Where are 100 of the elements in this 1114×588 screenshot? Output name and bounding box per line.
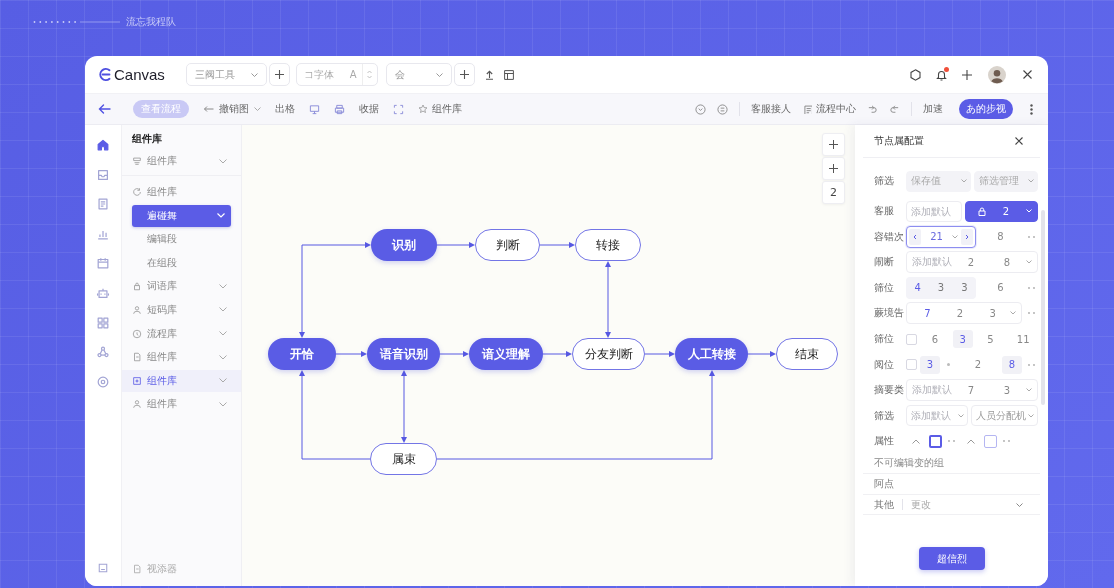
more-icon[interactable] [1028,363,1035,366]
zoom-in-button[interactable] [822,157,845,180]
more-icon[interactable] [1028,286,1035,289]
menu-item[interactable]: 视添器 [132,558,231,580]
caret-up-icon[interactable] [967,438,975,444]
more-icon[interactable] [1003,440,1010,443]
checkbox[interactable] [906,333,917,345]
back-arrow-icon[interactable] [98,103,111,115]
field-label: 筛选 [874,408,895,423]
document-icon[interactable] [96,197,110,212]
flow-node[interactable]: 识别 [371,229,437,261]
field-label: 蕨境告 [874,306,905,321]
menu-item[interactable]: 遍碰舞 [132,204,231,227]
segment[interactable]: 4 [906,282,930,294]
checkbox[interactable] [906,359,917,371]
toolbar-button[interactable]: 组件库 [418,100,462,118]
flow-node[interactable]: 判断 [475,229,540,261]
combo-field[interactable]: 7 2 3 [906,302,1022,325]
menu-item[interactable]: 在组段 [132,251,231,274]
caret-up-icon[interactable] [912,438,920,444]
printer-icon[interactable] [334,103,345,115]
avatar-icon[interactable] [988,65,1006,84]
save-button[interactable]: 超信烈 [918,547,985,570]
dropdown[interactable]: 2 [965,200,1038,222]
square-option[interactable] [929,434,942,448]
value-text: 6 [996,282,1005,294]
zoom-level-button[interactable]: 2 [822,181,845,204]
section-dropdown[interactable]: 更改 [911,497,1023,512]
close-icon[interactable] [1015,137,1023,145]
upload-icon[interactable] [484,69,494,80]
toolbar-button[interactable]: 加速 [923,100,943,118]
menu-item[interactable]: 词语库 [132,275,231,298]
toolbar-button[interactable]: 流程中心 [802,100,856,118]
font-field[interactable]: コ字体 A [295,63,378,86]
menu-item[interactable]: 编辑段 [132,228,231,251]
style-select[interactable]: 会 [385,63,452,86]
more-icon[interactable] [1028,235,1035,238]
section-label: 其他 [874,497,894,512]
flow-node[interactable]: 结束 [776,338,838,370]
menu-item[interactable]: 流程库 [132,322,231,345]
add-button[interactable] [453,63,475,86]
tool-select[interactable]: 三阀工具 [185,63,267,86]
menu-item[interactable]: 组件库 [132,393,231,416]
value-tag[interactable]: 3 [952,330,973,349]
monitor-icon[interactable] [309,103,320,115]
font-input[interactable]: コ字体 [303,69,342,80]
toolbar-button[interactable]: 收据 [359,100,379,118]
combo-field[interactable]: 添加默认 2 8 [906,251,1038,274]
panel-title: 组件库 [132,132,163,146]
chevron-down-icon [254,107,261,111]
dropdown[interactable]: 人员分配机 [971,405,1038,427]
value-tag[interactable]: 8 [1002,355,1022,374]
flow-node[interactable]: 谙义理解 [469,338,543,370]
inbox-icon[interactable] [96,167,110,182]
text-field[interactable]: 添加默认 [906,200,962,222]
chevron-down-icon [219,283,227,289]
file-icon [132,352,142,363]
plus-icon[interactable] [962,69,972,80]
flow-node[interactable]: 属束 [370,443,437,475]
menu-item[interactable]: 组件库 [132,181,231,203]
curved-arrow-icon[interactable] [867,103,878,115]
bell-icon[interactable] [936,68,947,81]
primary-button[interactable]: あ的步视 [959,99,1013,119]
add-button[interactable] [268,63,290,86]
chevron-down-icon [219,158,227,164]
menu-item[interactable]: 短码库 [132,298,231,321]
category-item[interactable]: 组件库 [132,150,231,172]
circle-lines-icon[interactable] [717,103,728,115]
network-icon[interactable] [96,345,110,360]
value-tag[interactable]: 3 [920,355,940,374]
curved-arrow-icon[interactable] [889,103,900,115]
calendar-icon[interactable] [96,256,110,271]
layout-icon[interactable] [503,69,514,80]
combo-field[interactable]: 添加默认 7 3 [906,379,1038,402]
menu-item[interactable]: 组件库 [132,346,231,369]
flow-node[interactable]: 转接 [575,229,641,261]
stepper-arrows-icon[interactable] [367,70,373,79]
home-icon[interactable] [96,138,110,152]
flow-node[interactable]: 开恰 [268,338,336,370]
plus-icon [274,70,284,79]
more-icon[interactable] [1028,312,1035,315]
arrow [539,242,575,248]
circle-chevron-icon[interactable] [695,103,706,115]
target-icon[interactable] [96,374,110,389]
toolbar-button[interactable]: 出格 [275,100,295,118]
close-icon[interactable] [1023,70,1032,79]
flow-node[interactable]: 人工转接 [675,338,748,370]
kebab-menu-icon[interactable] [1030,103,1033,115]
segment[interactable]: 3 [952,282,976,294]
toolbar-button[interactable]: 客服接人 [751,100,791,118]
zoom-in-button[interactable] [822,133,845,156]
menu-item[interactable]: 组件库 [122,369,241,392]
flow-node[interactable]: 语音识别 [367,338,440,370]
more-icon[interactable] [948,440,955,443]
grid-icon[interactable] [96,315,110,330]
frame-icon[interactable] [393,103,404,115]
segment[interactable]: 3 [929,282,953,294]
flow-node[interactable]: 分友判断 [572,338,645,370]
hexagon-icon[interactable] [910,68,921,81]
undo-dropdown[interactable]: 撤销图 [203,100,261,118]
